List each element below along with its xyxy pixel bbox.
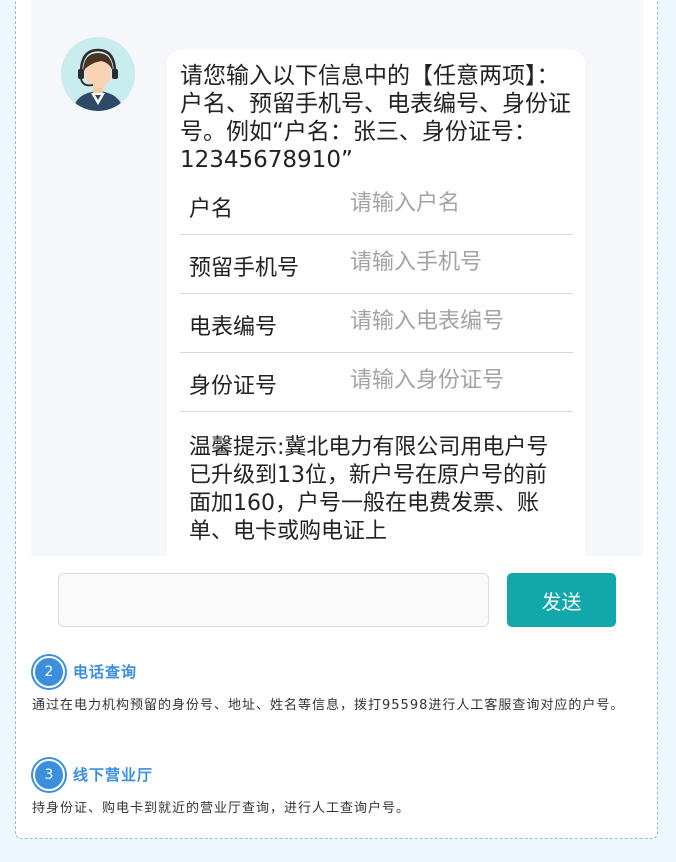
chat-prompt-text: 请您输入以下信息中的【任意两项】：户名、预留手机号、电表编号、身份证号。例如“户… <box>180 63 571 173</box>
send-button[interactable]: 发送 <box>507 573 616 627</box>
meter-number-field-row: 电表编号 <box>180 294 573 353</box>
step-2-badge: 2 <box>33 656 65 688</box>
meter-number-input[interactable] <box>348 304 572 338</box>
phone-field-row: 预留手机号 <box>180 235 573 294</box>
id-number-field-row: 身份证号 <box>180 353 573 412</box>
step-2-title: 电话查询 <box>73 663 138 681</box>
id-number-input[interactable] <box>348 363 572 397</box>
chat-area-bottom-edge <box>31 556 643 570</box>
account-name-label: 户名 <box>189 197 234 222</box>
account-name-field-row: 户名 <box>180 176 573 235</box>
step-2-description: 通过在电力机构预留的身份号、地址、姓名等信息，拨打95598进行人工客服查询对应… <box>32 698 625 713</box>
message-input[interactable] <box>58 573 489 627</box>
phone-label: 预留手机号 <box>189 256 300 281</box>
account-name-input[interactable] <box>348 186 572 220</box>
warm-tip-text: 温馨提示:冀北电力有限公司用电户号已升级到13位，新户号在原户号的前面加160，… <box>189 435 549 544</box>
phone-input[interactable] <box>348 245 572 279</box>
id-number-label: 身份证号 <box>189 374 278 399</box>
meter-number-label: 电表编号 <box>189 315 278 340</box>
step-3-description: 持身份证、购电卡到就近的营业厅查询，进行人工查询户号。 <box>32 801 411 816</box>
step-3-title: 线下营业厅 <box>73 766 154 784</box>
step-3-badge: 3 <box>33 759 65 791</box>
customer-service-avatar-icon <box>61 37 135 111</box>
